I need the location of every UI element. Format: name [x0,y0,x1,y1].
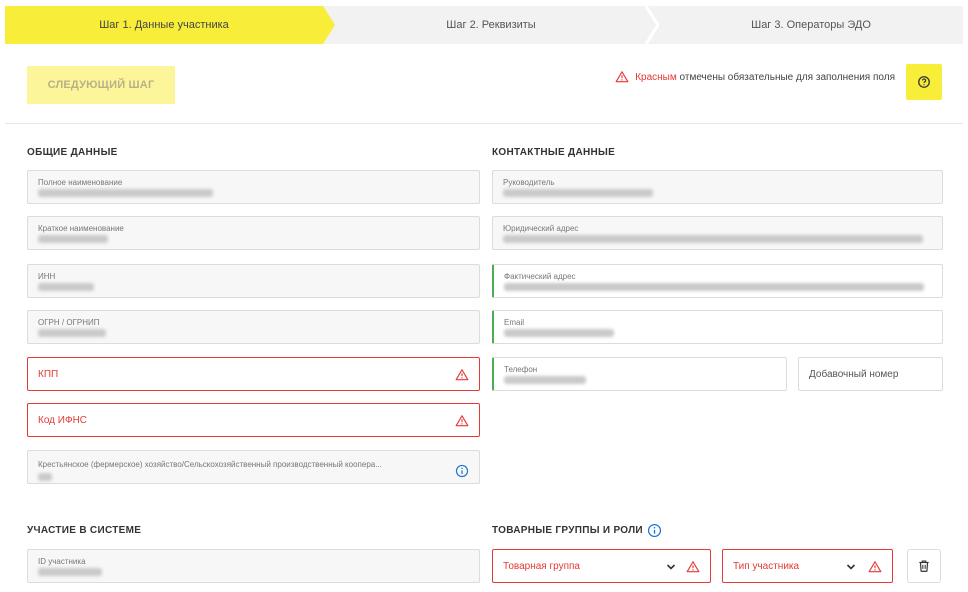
inn-value [38,283,94,291]
extension-input[interactable]: Добавочный номер [798,357,943,391]
general-section-title: ОБЩИЕ ДАННЫЕ [27,147,118,158]
kpp-field[interactable]: КПП [27,357,480,391]
extension-placeholder: Добавочный номер [809,369,899,380]
info-icon[interactable] [455,464,469,478]
info-icon[interactable] [647,523,662,538]
farm-field[interactable]: Крестьянское (фермерское) хозяйство/Сель… [27,450,480,484]
groups-section-title: ТОВАРНЫЕ ГРУППЫ И РОЛИ [492,523,662,538]
inn-label: ИНН [38,272,56,281]
warning-icon [455,369,469,381]
ogrn-label: ОГРН / ОГРНИП [38,318,100,327]
groups-title-text: ТОВАРНЫЕ ГРУППЫ И РОЛИ [492,525,643,536]
hint-text: отмечены обязательные для заполнения пол… [679,71,895,83]
email-value [504,329,614,337]
farm-label: Крестьянское (фермерское) хозяйство/Сель… [38,460,382,469]
short-name-value [38,235,108,243]
email-field[interactable]: Email [492,310,943,344]
warning-icon [868,561,882,573]
warning-icon [455,415,469,427]
farm-value [38,473,52,481]
email-label: Email [504,318,525,327]
head-field[interactable]: Руководитель [492,170,943,204]
participant-id-field[interactable]: ID участника [27,549,480,583]
next-step-button[interactable]: СЛЕДУЮЩИЙ ШАГ [27,66,175,104]
trash-icon [919,560,929,572]
step-3-label: Шаг 3. Операторы ЭДО [751,19,871,31]
legal-address-field[interactable]: Юридический адрес [492,216,943,250]
ogrn-value [38,329,106,337]
full-name-field[interactable]: Полное наименование [27,170,480,204]
head-value [503,189,653,197]
stepper: Шаг 1. Данные участника Шаг 2. Реквизиты… [5,6,963,44]
chevron-down-icon [666,564,676,570]
warning-icon [686,561,700,573]
ogrn-field[interactable]: ОГРН / ОГРНИП [27,310,480,344]
step-3[interactable]: Шаг 3. Операторы ЭДО [659,6,963,44]
step-2[interactable]: Шаг 2. Реквизиты [335,6,647,44]
step-1-arrow [323,6,335,44]
participant-type-select[interactable]: Тип участника [722,549,893,583]
participation-section-title: УЧАСТИЕ В СИСТЕМЕ [27,525,142,536]
full-name-value [38,189,213,197]
chevron-down-icon [846,564,856,570]
ifns-label: Код ИФНС [38,415,88,426]
participant-id-value [38,568,102,576]
contacts-section-title: КОНТАКТНЫЕ ДАННЫЕ [492,147,616,158]
ifns-field[interactable]: Код ИФНС [27,403,480,437]
participant-id-label: ID участника [38,557,86,566]
required-hint: Красным отмечены обязательные для заполн… [615,70,895,84]
question-icon [918,76,930,88]
step-separator [645,6,659,44]
registration-page: Шаг 1. Данные участника Шаг 2. Реквизиты… [0,0,968,592]
actual-address-label: Фактический адрес [504,272,576,281]
step-2-label: Шаг 2. Реквизиты [446,19,536,31]
hint-red-word: Красным [635,71,677,83]
header-divider [5,123,963,124]
kpp-label: КПП [38,369,59,380]
phone-field[interactable]: Телефон [492,357,787,391]
legal-address-label: Юридический адрес [503,224,579,233]
phone-label: Телефон [504,365,538,374]
actual-address-field[interactable]: Фактический адрес [492,264,943,298]
head-label: Руководитель [503,178,555,187]
warning-icon [615,71,629,83]
participant-type-placeholder: Тип участника [733,561,800,572]
product-group-placeholder: Товарная группа [503,561,580,572]
product-group-select[interactable]: Товарная группа [492,549,711,583]
short-name-field[interactable]: Краткое наименование [27,216,480,250]
actual-address-value [504,283,924,291]
legal-address-value [503,235,923,243]
inn-field[interactable]: ИНН [27,264,480,298]
short-name-label: Краткое наименование [38,224,124,233]
phone-value [504,376,586,384]
step-1-label: Шаг 1. Данные участника [99,19,229,31]
step-1[interactable]: Шаг 1. Данные участника [5,6,323,44]
help-button[interactable] [906,64,942,100]
full-name-label: Полное наименование [38,178,123,187]
delete-group-button[interactable] [907,549,941,583]
